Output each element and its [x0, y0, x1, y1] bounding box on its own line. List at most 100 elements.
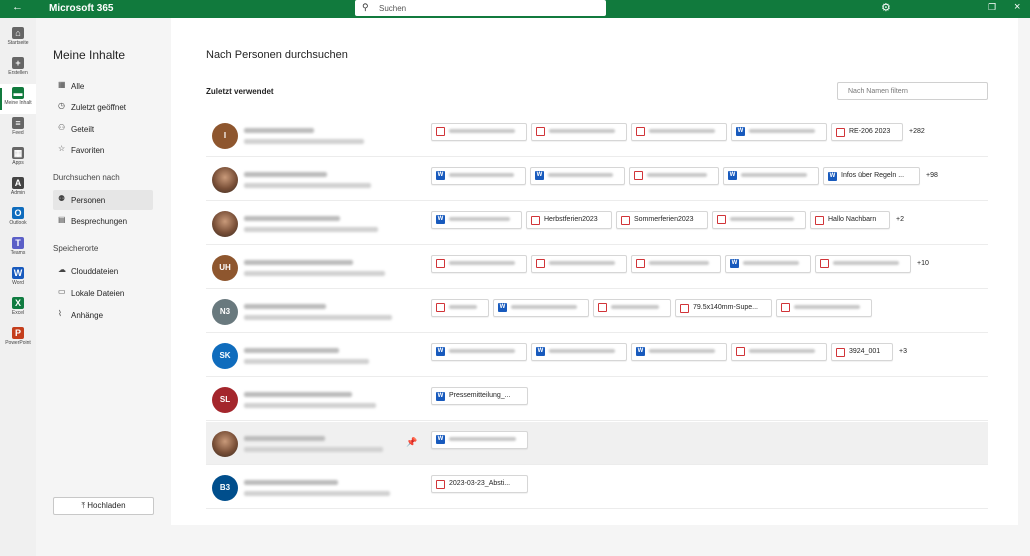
more-files-count[interactable]: +282: [909, 123, 925, 141]
file-chip[interactable]: [431, 255, 527, 273]
person-name-redacted[interactable]: [244, 260, 353, 265]
restore-icon[interactable]: ❐: [988, 2, 996, 13]
file-chip[interactable]: W: [431, 431, 528, 449]
person-row[interactable]: 📌 W: [206, 422, 988, 465]
more-files-count[interactable]: +98: [926, 167, 938, 185]
close-icon[interactable]: ×: [1014, 1, 1020, 13]
file-chip[interactable]: W Infos über Regeln ...: [823, 167, 920, 185]
avatar[interactable]: [212, 167, 238, 193]
file-chip[interactable]: 3924_001: [831, 343, 893, 361]
file-chip[interactable]: [631, 255, 721, 273]
file-chip[interactable]: Herbstferien2023: [526, 211, 612, 229]
avatar[interactable]: N3: [212, 299, 238, 325]
nav-item-besprechungen[interactable]: ▤ Besprechungen: [53, 211, 153, 231]
rail-item[interactable]: ▦ Apps: [0, 144, 36, 174]
rail-item[interactable]: ≡ Feed: [0, 114, 36, 144]
nav-item-personen[interactable]: ⚉ Personen: [53, 190, 153, 210]
search-placeholder: Suchen: [379, 4, 407, 13]
more-files-count[interactable]: +10: [917, 255, 929, 273]
rail-item[interactable]: ▬ Meine Inhalt: [0, 84, 36, 114]
file-chip[interactable]: W: [725, 255, 811, 273]
search-box[interactable]: ⚲ Suchen: [355, 0, 606, 16]
rail-item[interactable]: O Outlook: [0, 204, 36, 234]
file-chip[interactable]: [631, 123, 727, 141]
file-chip[interactable]: [815, 255, 911, 273]
avatar[interactable]: UH: [212, 255, 238, 281]
rail-item[interactable]: W Word: [0, 264, 36, 294]
person-name-redacted[interactable]: [244, 304, 326, 309]
file-chip[interactable]: W: [531, 343, 627, 361]
file-chip[interactable]: [731, 343, 827, 361]
file-chip[interactable]: [531, 255, 627, 273]
person-row[interactable]: SK W W W 3924_001 +3: [206, 334, 988, 377]
name-filter-input[interactable]: Nach Namen filtern: [837, 82, 988, 100]
avatar[interactable]: B3: [212, 475, 238, 501]
file-chip[interactable]: W: [431, 167, 526, 185]
file-chip[interactable]: [431, 123, 527, 141]
file-name-redacted: [449, 217, 510, 222]
person-name-redacted[interactable]: [244, 392, 352, 397]
person-row[interactable]: UH W +10: [206, 246, 988, 289]
file-chip[interactable]: W Pressemitteilung_...: [431, 387, 528, 405]
more-files-count[interactable]: +3: [899, 343, 907, 361]
rail-item[interactable]: P PowerPoint: [0, 324, 36, 354]
avatar[interactable]: SK: [212, 343, 238, 369]
avatar[interactable]: SL: [212, 387, 238, 413]
file-chip[interactable]: Sommerferien2023: [616, 211, 708, 229]
rail-item[interactable]: X Excel: [0, 294, 36, 324]
nav-item-favoriten[interactable]: ☆ Favoriten: [53, 140, 153, 160]
scrollbar[interactable]: [1018, 18, 1030, 525]
file-chip[interactable]: 79.5x140mm-Supe...: [675, 299, 772, 317]
person-row[interactable]: W W W W Infos über Regeln ... +98: [206, 158, 988, 201]
app-brand[interactable]: Microsoft 365: [49, 3, 113, 14]
file-chip[interactable]: W: [493, 299, 589, 317]
person-name-redacted[interactable]: [244, 436, 325, 441]
person-row[interactable]: I W RE-206 2023 +282: [206, 114, 988, 157]
file-chip[interactable]: W: [530, 167, 625, 185]
word-file-icon: W: [536, 346, 545, 356]
avatar[interactable]: I: [212, 123, 238, 149]
rail-item[interactable]: + Erstellen: [0, 54, 36, 84]
nav-item-alle[interactable]: ▦ Alle: [53, 76, 153, 96]
avatar[interactable]: [212, 211, 238, 237]
person-name-redacted[interactable]: [244, 216, 340, 221]
upload-button[interactable]: ⤒ Hochladen: [53, 497, 154, 515]
rail-item[interactable]: ⌂ Startseite: [0, 24, 36, 54]
file-chip[interactable]: [431, 299, 489, 317]
nav-item-lokale-dateien[interactable]: ▭ Lokale Dateien: [53, 283, 153, 303]
pin-icon[interactable]: 📌: [406, 437, 417, 448]
person-name-redacted[interactable]: [244, 348, 339, 353]
rail-item[interactable]: A Admin: [0, 174, 36, 204]
nav-item-zuletzt-geoeffnet[interactable]: ◷ Zuletzt geöffnet: [53, 97, 153, 117]
file-chip[interactable]: [776, 299, 872, 317]
file-chip[interactable]: [593, 299, 671, 317]
rail-item[interactable]: T Teams: [0, 234, 36, 264]
file-chip[interactable]: [629, 167, 719, 185]
back-arrow-icon[interactable]: ←: [12, 1, 23, 13]
file-chip[interactable]: W: [731, 123, 827, 141]
file-chip[interactable]: Hallo Nachbarn: [810, 211, 890, 229]
file-chip[interactable]: W: [431, 343, 527, 361]
person-name-redacted[interactable]: [244, 172, 327, 177]
recent-files: W W W 3924_001 +3: [431, 343, 907, 361]
file-chip[interactable]: [712, 211, 806, 229]
more-files-count[interactable]: +2: [896, 211, 904, 229]
person-name-redacted[interactable]: [244, 128, 314, 133]
person-row[interactable]: B3 2023-03-23_Absti...: [206, 466, 988, 509]
file-chip[interactable]: 2023-03-23_Absti...: [431, 475, 528, 493]
file-name: Herbstferien2023: [544, 216, 598, 223]
person-name-redacted[interactable]: [244, 480, 338, 485]
gear-icon[interactable]: ⚙: [881, 1, 891, 14]
nav-item-anhaenge[interactable]: ⌇ Anhänge: [53, 305, 153, 325]
person-row[interactable]: N3 W 79.5x140mm-Supe...: [206, 290, 988, 333]
file-chip[interactable]: W: [431, 211, 522, 229]
file-chip[interactable]: [531, 123, 627, 141]
file-chip[interactable]: RE-206 2023: [831, 123, 903, 141]
nav-item-geteilt[interactable]: ⚇ Geteilt: [53, 119, 153, 139]
person-row[interactable]: W Herbstferien2023 Sommerferien2023 Hallo N…: [206, 202, 988, 245]
file-chip[interactable]: W: [631, 343, 727, 361]
nav-item-clouddateien[interactable]: ☁ Clouddateien: [53, 261, 153, 281]
avatar[interactable]: [212, 431, 238, 457]
person-row[interactable]: SL W Pressemitteilung_...: [206, 378, 988, 421]
file-chip[interactable]: W: [723, 167, 819, 185]
